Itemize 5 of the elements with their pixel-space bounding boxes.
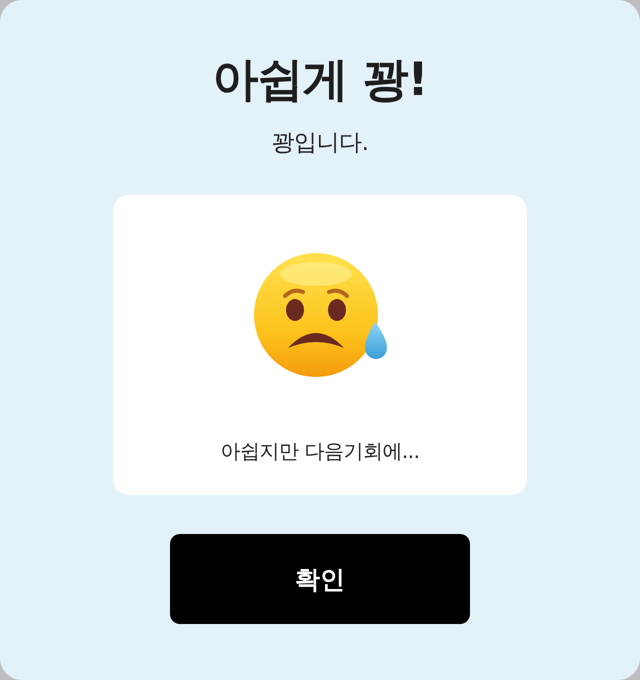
sad-face-icon bbox=[253, 252, 389, 378]
confirm-button[interactable]: 확인 bbox=[170, 534, 470, 624]
card-message: 아쉽지만 다음기회에... bbox=[220, 438, 420, 465]
dialog-title: 아쉽게 꽝! bbox=[212, 51, 428, 108]
dialog-subtitle: 꽝입니다. bbox=[272, 129, 368, 158]
